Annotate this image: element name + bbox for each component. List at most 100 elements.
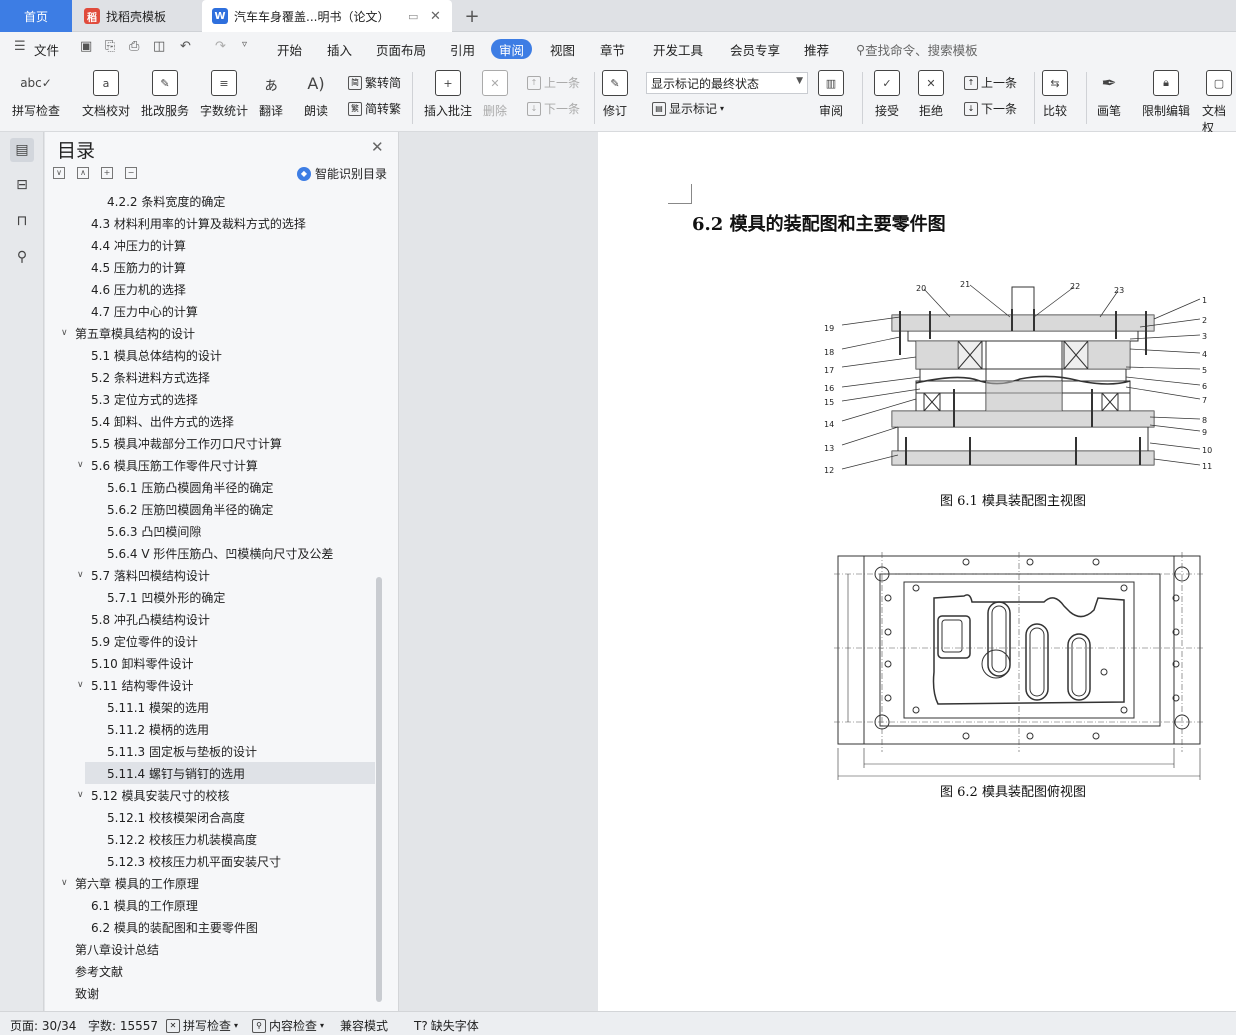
word-count-indicator[interactable]: 字数: 15557 [88, 1017, 158, 1034]
toc-item[interactable]: 5.11.2 模柄的选用 [45, 718, 375, 740]
doc-permission-button[interactable]: ▢ 文档权 [1202, 70, 1236, 136]
command-search[interactable]: ⚲ 查找命令、搜索模板 [856, 39, 978, 59]
menu-reference[interactable]: 引用 [450, 39, 475, 59]
spell-check-button[interactable]: abc✓ 拼写检查 [12, 70, 60, 119]
toc-item[interactable]: 5.1 模具总体结构的设计 [45, 344, 375, 366]
toc-item[interactable]: 5.8 冲孔凸模结构设计 [45, 608, 375, 630]
toc-item[interactable]: ∨ 5.6 模具压筋工作零件尺寸计算 [45, 454, 375, 476]
prev-change-button[interactable]: ↑ 上一条 [964, 74, 1017, 91]
menu-recommend[interactable]: 推荐 [804, 39, 829, 59]
pen-button[interactable]: ✒ 画笔 [1096, 70, 1122, 119]
toc-item[interactable]: 5.3 定位方式的选择 [45, 388, 375, 410]
hamburger-icon[interactable]: ☰ [14, 39, 26, 54]
status-spell-check[interactable]: ✕ 拼写检查 ▾ [166, 1017, 238, 1034]
status-content-check[interactable]: ⚲ 内容检查 ▾ [252, 1017, 324, 1034]
toc-item[interactable]: 5.11.3 固定板与垫板的设计 [45, 740, 375, 762]
menu-member[interactable]: 会员专享 [730, 39, 780, 59]
simp-to-trad-button[interactable]: 繁简转繁 [348, 100, 401, 117]
next-change-button[interactable]: ↓ 下一条 [964, 100, 1017, 117]
toc-item[interactable]: ∨ 第五章模具结构的设计 [45, 322, 375, 344]
close-icon[interactable]: ✕ [371, 138, 384, 156]
toc-item[interactable]: 5.4 卸料、出件方式的选择 [45, 410, 375, 432]
toc-item[interactable]: 5.12.3 校核压力机平面安装尺寸 [45, 850, 375, 872]
toc-item[interactable]: 5.2 条料进料方式选择 [45, 366, 375, 388]
document-page[interactable]: 6.2 模具的装配图和主要零件图 19 18 17 16 15 14 13 12… [598, 132, 1236, 1011]
chevron-down-icon[interactable]: ∨ [77, 460, 84, 470]
toc-item[interactable]: 6.1 模具的工作原理 [45, 894, 375, 916]
smart-toc-button[interactable]: ◆ 智能识别目录 [297, 165, 387, 182]
toc-item[interactable]: ∨ 第六章 模具的工作原理 [45, 872, 375, 894]
preview-icon[interactable]: ◫ [153, 39, 165, 54]
print-icon[interactable]: ⎙ [129, 39, 139, 54]
toc-item[interactable]: 4.7 压力中心的计算 [45, 300, 375, 322]
menu-insert[interactable]: 插入 [327, 39, 352, 59]
proofread-button[interactable]: a 文档校对 [82, 70, 130, 119]
collapse-all-icon[interactable]: ∨ [53, 167, 65, 179]
menu-file[interactable]: 文件 [34, 39, 59, 59]
accept-button[interactable]: ✓ 接受 [874, 70, 900, 119]
compare-button[interactable]: ⇆ 比较 [1042, 70, 1068, 119]
undo-icon[interactable]: ↶ [180, 39, 191, 54]
bookmark-icon[interactable]: ⊓ [10, 209, 34, 233]
menu-review[interactable]: 审阅 [491, 39, 533, 59]
tab-template[interactable]: 稻 找稻壳模板 [72, 0, 200, 32]
prev-comment-button[interactable]: ↑ 上一条 [527, 74, 580, 91]
toc-scrollbar-thumb[interactable] [376, 577, 382, 1002]
next-comment-button[interactable]: ↓ 下一条 [527, 100, 580, 117]
review-pane-button[interactable]: ▥ 审阅 [818, 70, 844, 119]
toc-item[interactable]: 4.4 冲压力的计算 [45, 234, 375, 256]
section-heading[interactable]: 6.2 模具的装配图和主要零件图 [692, 210, 946, 236]
toc-item[interactable]: 6.2 模具的装配图和主要零件图 [45, 916, 375, 938]
toc-item[interactable]: 5.7.1 凹模外形的确定 [45, 586, 375, 608]
missing-font-button[interactable]: T? 缺失字体 [414, 1017, 479, 1034]
toc-item[interactable]: 5.12.2 校核压力机装模高度 [45, 828, 375, 850]
toc-item[interactable]: 致谢 [45, 982, 375, 1004]
delete-comment-button[interactable]: ✕ 删除 [482, 70, 508, 119]
add-level-icon[interactable]: + [101, 167, 113, 179]
toc-item[interactable]: 5.9 定位零件的设计 [45, 630, 375, 652]
toc-item[interactable]: 5.11.4 螺钉与销钉的选用 [85, 762, 375, 784]
page-indicator[interactable]: 页面: 30/34 [10, 1017, 76, 1034]
toc-item[interactable]: ∨ 5.7 落料凹模结构设计 [45, 564, 375, 586]
tab-home[interactable]: 首页 [0, 0, 72, 32]
markup-state-select[interactable]: 显示标记的最终状态 ▼ [646, 72, 808, 94]
toc-item[interactable]: 5.6.2 压筋凹模圆角半径的确定 [45, 498, 375, 520]
menu-section[interactable]: 章节 [600, 39, 625, 59]
toc-item[interactable]: 5.6.3 凸凹模间隙 [45, 520, 375, 542]
translate-button[interactable]: ぁ翻译 [258, 70, 284, 119]
toc-item[interactable]: 5.6.4 V 形件压筋凸、凹模横向尺寸及公差 [45, 542, 375, 564]
expand-up-icon[interactable]: ∧ [77, 167, 89, 179]
read-aloud-button[interactable]: A) 朗读 [303, 70, 329, 119]
reject-button[interactable]: ✕ 拒绝 [918, 70, 944, 119]
toc-item[interactable]: 4.6 压力机的选择 [45, 278, 375, 300]
quick-access-dropdown-icon[interactable]: ▿ [242, 39, 247, 50]
save-icon[interactable]: ▣ [80, 39, 92, 54]
toc-item[interactable]: 4.3 材料利用率的计算及裁料方式的选择 [45, 212, 375, 234]
toc-item[interactable]: 5.10 卸料零件设计 [45, 652, 375, 674]
new-tab-icon[interactable]: + [458, 0, 486, 32]
tab-close-icon[interactable]: ✕ [430, 9, 441, 24]
chevron-down-icon[interactable]: ∨ [61, 878, 68, 888]
toc-item[interactable]: 5.11.1 模架的选用 [45, 696, 375, 718]
word-count-button[interactable]: ≡ 字数统计 [200, 70, 248, 119]
toc-item[interactable]: 第八章设计总结 [45, 938, 375, 960]
tab-pin-icon[interactable]: ▭ [408, 10, 418, 23]
chevron-down-icon[interactable]: ∨ [77, 680, 84, 690]
toc-item[interactable]: 5.6.1 压筋凸模圆角半径的确定 [45, 476, 375, 498]
track-changes-button[interactable]: ✎ 修订 [602, 70, 628, 119]
insert-comment-button[interactable]: + 插入批注 [424, 70, 472, 119]
toc-item[interactable]: 5.12.1 校核模架闭合高度 [45, 806, 375, 828]
toc-item[interactable]: ∨ 5.12 模具安装尺寸的校核 [45, 784, 375, 806]
chevron-down-icon[interactable]: ∨ [77, 570, 84, 580]
export-icon[interactable]: ⎘ [105, 39, 115, 54]
chapter-nav-icon[interactable]: ⊟ [10, 173, 34, 197]
toc-item[interactable]: 5.5 模具冲裁部分工作刃口尺寸计算 [45, 432, 375, 454]
menu-view[interactable]: 视图 [550, 39, 575, 59]
chevron-down-icon[interactable]: ∨ [61, 328, 68, 338]
search-icon[interactable]: ⚲ [10, 245, 34, 269]
toc-item[interactable]: 4.2.2 条料宽度的确定 [45, 190, 375, 212]
redo-icon[interactable]: ↷ [215, 39, 226, 54]
toc-item[interactable]: 参考文献 [45, 960, 375, 982]
menu-start[interactable]: 开始 [277, 39, 302, 59]
trad-to-simp-button[interactable]: 简繁转简 [348, 74, 401, 91]
